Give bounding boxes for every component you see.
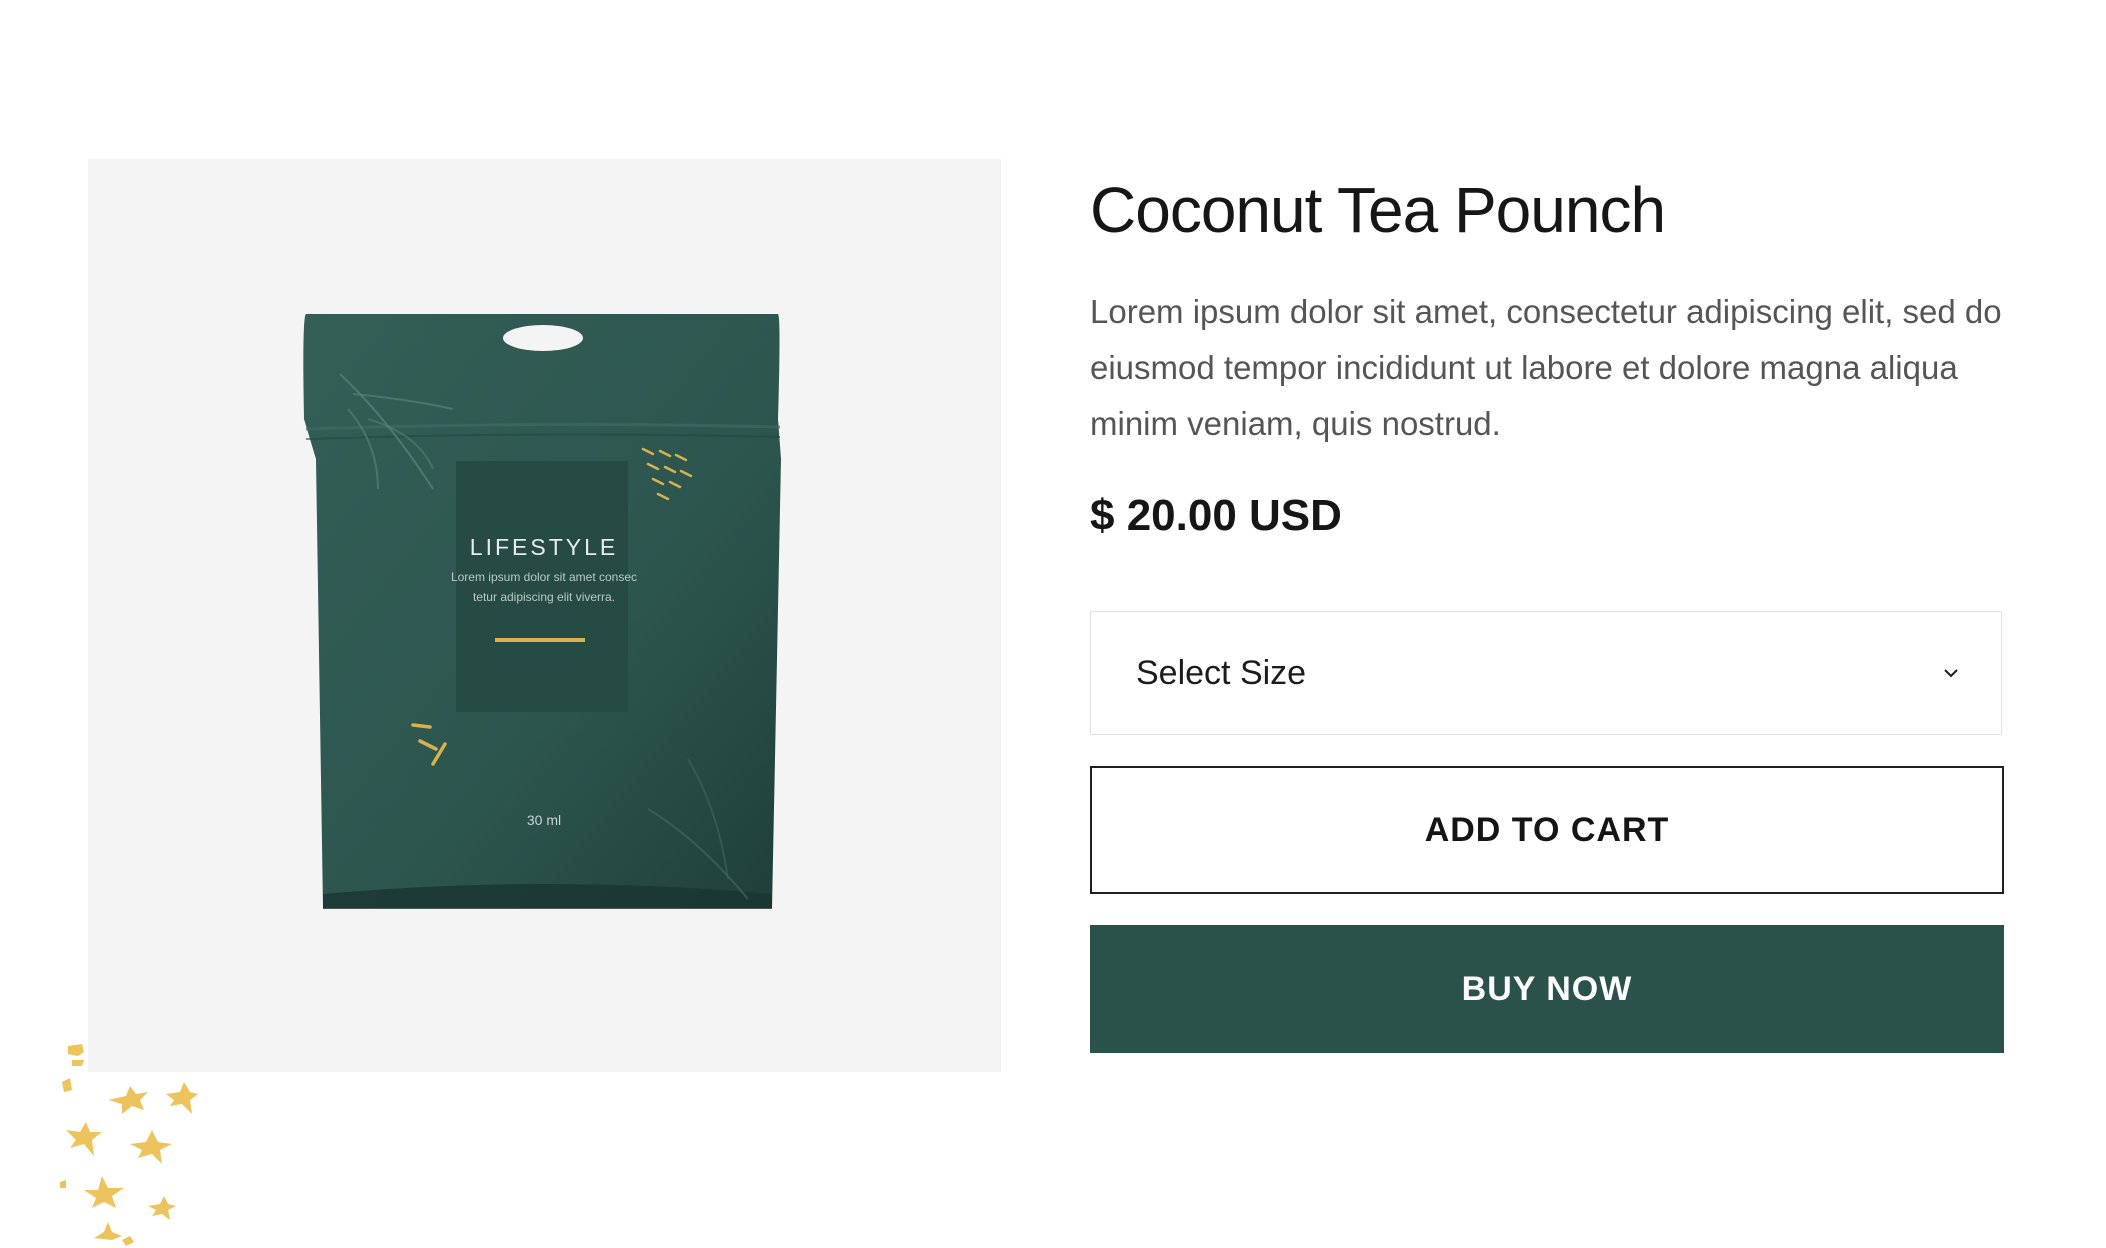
pouch-description-label: Lorem ipsum dolor sit amet consec tetur … [419, 567, 669, 607]
product-description: Lorem ipsum dolor sit amet, consectetur … [1090, 293, 2002, 442]
decorative-brush-marks [60, 1044, 198, 1246]
size-select[interactable]: Select Size [1090, 611, 2002, 735]
product-title: Coconut Tea Pounch [1090, 174, 1666, 246]
chevron-down-icon [1944, 669, 1958, 678]
pouch-description-line: Lorem ipsum dolor sit amet consec [450, 570, 638, 584]
product-details: Coconut Tea Pounch Lorem ipsum dolor sit… [1090, 170, 2004, 1053]
tea-pouch-illustration [303, 314, 781, 909]
add-to-cart-label: ADD TO CART [1424, 810, 1670, 849]
buy-now-button[interactable]: BUY NOW [1090, 925, 2004, 1053]
pouch-brand-label: LIFESTYLE [469, 534, 619, 560]
size-select-value: Select Size [1136, 653, 1307, 692]
pouch-description-line: tetur adipiscing elit viverra. [472, 590, 616, 604]
pouch-volume-label: 30 ml [526, 812, 562, 828]
buy-now-label: BUY NOW [1461, 969, 1633, 1008]
product-page: LIFESTYLE Lorem ipsum dolor sit amet con… [0, 0, 2106, 1248]
add-to-cart-button[interactable]: ADD TO CART [1090, 766, 2004, 894]
product-image: LIFESTYLE Lorem ipsum dolor sit amet con… [88, 159, 1001, 1072]
product-price: $ 20.00 USD [1090, 491, 1342, 540]
